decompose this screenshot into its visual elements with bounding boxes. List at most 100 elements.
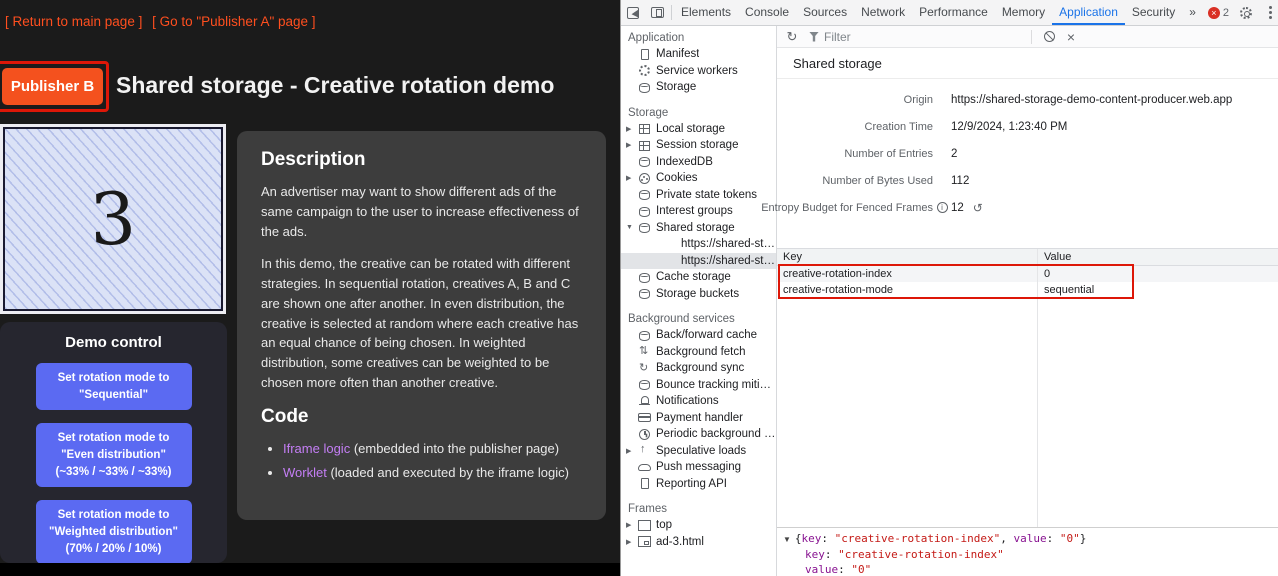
error-count: 2 — [1223, 7, 1229, 19]
sidebar-item[interactable]: Storage — [621, 79, 776, 96]
expand-arrow-icon[interactable] — [626, 447, 637, 455]
devtools-tab[interactable]: Sources — [796, 0, 854, 25]
reset-budget-icon[interactable]: ↺ — [973, 201, 983, 215]
sidebar-item-icon — [662, 238, 677, 251]
rotation-mode-button[interactable]: Set rotation mode to "Even distribution"… — [36, 423, 192, 487]
sidebar-item-icon — [637, 81, 652, 94]
description-heading: Description — [261, 149, 582, 171]
code-list: Iframe logic (embedded into the publishe… — [283, 439, 582, 483]
delete-selected-button[interactable]: × — [1060, 26, 1082, 47]
refresh-button[interactable]: ↻ — [781, 26, 803, 47]
devtools-tab[interactable]: Security — [1125, 0, 1182, 25]
expand-caret-icon[interactable]: ▼ — [783, 532, 791, 547]
return-main-link[interactable]: [ Return to main page ] — [5, 14, 142, 29]
sidebar-item[interactable]: Shared storage — [621, 220, 776, 237]
field-value: https://shared-storage-demo-content-prod… — [951, 94, 1232, 106]
grid-header-value[interactable]: Value — [1037, 251, 1071, 263]
devtools-tab[interactable]: Application — [1052, 0, 1125, 25]
preview-entry-sep: : — [838, 563, 851, 576]
code-heading: Code — [261, 406, 582, 428]
sidebar-item-icon — [637, 155, 652, 168]
sidebar-item[interactable]: Notifications — [621, 393, 776, 410]
sidebar-item[interactable]: Background fetch — [621, 344, 776, 361]
settings-button[interactable] — [1234, 0, 1258, 25]
sidebar-item[interactable]: IndexedDB — [621, 154, 776, 171]
filter-input[interactable] — [824, 30, 1004, 44]
sidebar-item[interactable]: Payment handler — [621, 410, 776, 427]
sidebar-item-label: Shared storage — [656, 222, 735, 234]
field-value: 12/9/2024, 1:23:40 PM — [951, 121, 1067, 133]
error-count-badge[interactable]: 2 — [1203, 7, 1234, 19]
sidebar-item[interactable]: Push messaging — [621, 459, 776, 476]
sidebar-item[interactable]: Reporting API — [621, 476, 776, 493]
devtools-tab[interactable]: Memory — [995, 0, 1052, 25]
preview-token: "creative-rotation-index" — [835, 532, 1001, 545]
code-link[interactable]: Worklet — [283, 465, 327, 480]
publisher-b-button[interactable]: Publisher B — [2, 68, 103, 105]
grid-header-key[interactable]: Key — [777, 251, 1037, 263]
sidebar-item[interactable]: Interest groups — [621, 203, 776, 220]
sidebar-item-label: Interest groups — [656, 205, 733, 217]
sidebar-item[interactable]: ad-3.html — [621, 534, 776, 551]
sidebar-item[interactable]: Cache storage — [621, 269, 776, 286]
sidebar-item[interactable]: Local storage — [621, 121, 776, 138]
publisher-a-link[interactable]: [ Go to "Publisher A" page ] — [152, 14, 315, 29]
sidebar-item[interactable]: Periodic background sync — [621, 426, 776, 443]
inspect-icon — [627, 7, 639, 19]
expand-arrow-icon[interactable] — [626, 521, 637, 529]
expand-arrow-icon[interactable] — [626, 224, 637, 231]
sidebar-item[interactable]: https://shared-storage-d… — [621, 253, 776, 270]
expand-arrow-icon[interactable] — [626, 538, 637, 546]
sidebar-item-label: Storage — [656, 81, 696, 93]
expand-arrow-icon[interactable] — [626, 125, 637, 133]
devtools-tab[interactable]: Performance — [912, 0, 995, 25]
devtools-tab[interactable]: Console — [738, 0, 796, 25]
sidebar-section: Background services Back/forward cache — [621, 311, 776, 492]
sidebar-item-icon — [637, 519, 652, 532]
devtools-menu-button[interactable] — [1258, 0, 1278, 25]
preview-token: value — [1014, 532, 1047, 545]
sidebar-item[interactable]: Session storage — [621, 137, 776, 154]
description-panel: Description An advertiser may want to sh… — [237, 131, 606, 520]
preview-entries: key: "creative-rotation-index"value: "0" — [783, 547, 1272, 576]
sidebar-section-items: Local storage Session storage IndexedDB — [621, 121, 776, 303]
rotation-mode-button[interactable]: Set rotation mode to "Weighted distribut… — [36, 500, 192, 564]
sidebar-item[interactable]: Cookies — [621, 170, 776, 187]
sidebar-item-label: https://shared-storage-d… — [681, 255, 776, 267]
sidebar-item-icon — [637, 477, 652, 490]
sidebar-item[interactable]: Private state tokens — [621, 187, 776, 204]
sidebar-item[interactable]: Speculative loads — [621, 443, 776, 460]
grid-row[interactable]: creative-rotation-mode sequential — [777, 282, 1278, 298]
sidebar-item[interactable]: Background sync — [621, 360, 776, 377]
preview-entry-value: "0" — [851, 563, 871, 576]
sidebar-item-icon — [637, 122, 652, 135]
filter-box — [803, 26, 1025, 47]
expand-arrow-icon[interactable] — [626, 141, 637, 149]
sidebar-item[interactable]: Manifest — [621, 46, 776, 63]
sidebar-section: Frames top ad-3.html — [621, 501, 776, 550]
devtools-tab[interactable]: Network — [854, 0, 912, 25]
devtools-tab[interactable]: Elements — [674, 0, 738, 25]
inspect-element-button[interactable] — [621, 0, 645, 25]
sidebar-item[interactable]: Service workers — [621, 63, 776, 80]
devtools-tab[interactable]: » — [1182, 0, 1203, 25]
sidebar-item[interactable]: Back/forward cache — [621, 327, 776, 344]
grid-row[interactable]: creative-rotation-index 0 — [777, 266, 1278, 282]
preview-token: "0" — [1060, 532, 1080, 545]
sidebar-item[interactable]: Bounce tracking mitigations — [621, 377, 776, 394]
rotation-mode-button[interactable]: Set rotation mode to "Sequential" — [36, 363, 192, 410]
sidebar-item-icon — [637, 345, 652, 358]
sidebar-section-items: top ad-3.html — [621, 517, 776, 550]
sidebar-item[interactable]: https://shared-storage-d… — [621, 236, 776, 253]
sidebar-section-items: Back/forward cache Background fetch Back… — [621, 327, 776, 492]
sidebar-section: Storage Local storage Session — [621, 105, 776, 303]
expand-arrow-icon[interactable] — [626, 174, 637, 182]
sidebar-item[interactable]: top — [621, 517, 776, 534]
sidebar-item[interactable]: Storage buckets — [621, 286, 776, 303]
description-paragraph: In this demo, the creative can be rotate… — [261, 254, 582, 392]
code-link[interactable]: Iframe logic — [283, 441, 350, 456]
device-toolbar-button[interactable] — [645, 0, 669, 25]
sidebar-section-title: Storage — [621, 105, 776, 121]
delete-all-button[interactable] — [1038, 26, 1060, 47]
info-icon[interactable] — [937, 202, 948, 213]
